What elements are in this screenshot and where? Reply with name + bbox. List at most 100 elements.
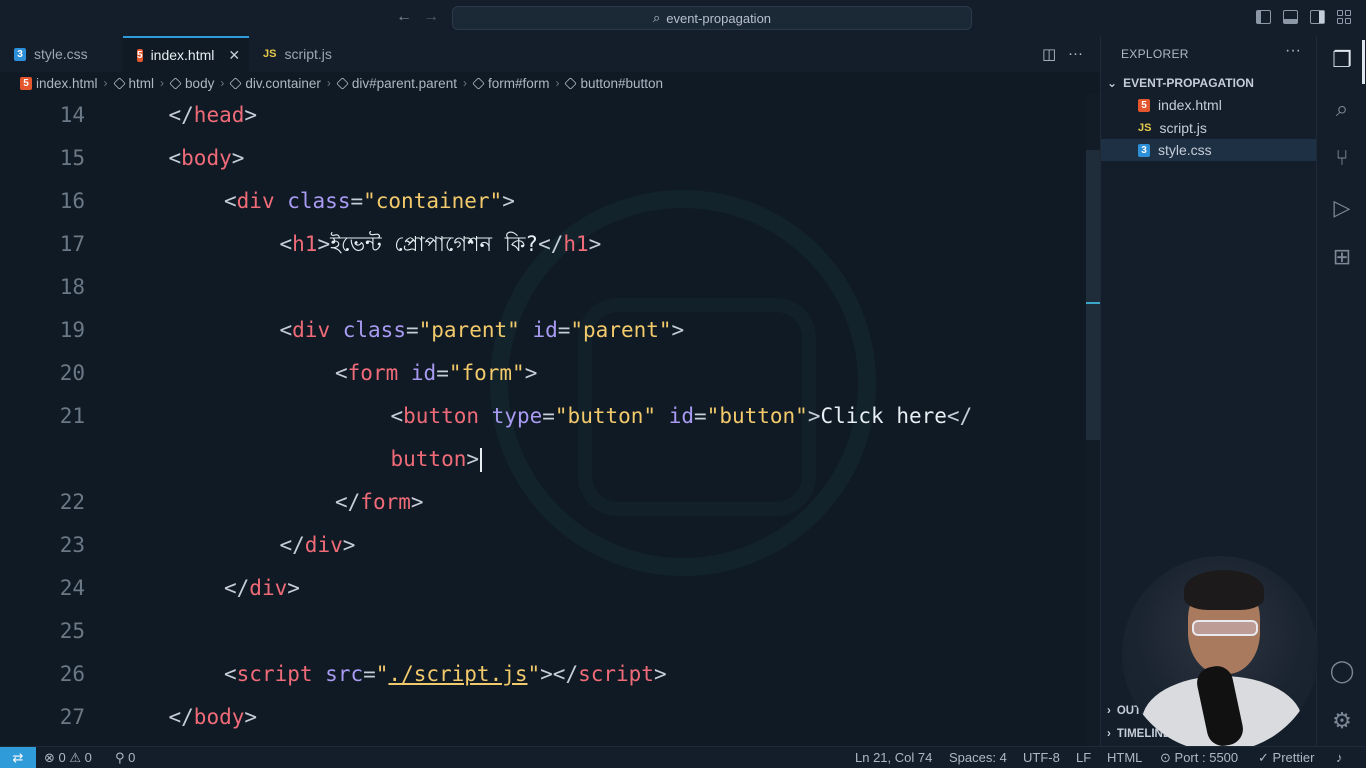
code-editor[interactable]: 14 </head> 15 <body> 16 <div class="container…: [0, 94, 1086, 746]
code-token: =: [557, 318, 571, 342]
code-token: script: [578, 662, 654, 686]
indentation[interactable]: Spaces: 4: [949, 747, 1007, 768]
breadcrumb-item[interactable]: 5 index.html: [20, 76, 98, 91]
code-token: class: [342, 318, 406, 342]
more-actions-icon[interactable]: ···: [1068, 45, 1083, 62]
code-text: </body>: [169, 696, 258, 739]
code-line[interactable]: 15 <body>: [0, 137, 1086, 180]
code-text: </form>: [335, 481, 424, 524]
language-mode[interactable]: HTML: [1107, 747, 1142, 768]
forward-arrow-icon[interactable]: →: [423, 8, 439, 26]
code-token: </: [168, 103, 194, 127]
code-token: ইভেন্ট প্রোপাগেশন কি?: [330, 232, 539, 256]
live-server-port[interactable]: ⊙ Port : 5500: [1160, 747, 1238, 768]
code-line[interactable]: 26 <script src="./script.js"></script>: [0, 653, 1086, 696]
ports-status[interactable]: ⚲ 0: [115, 747, 135, 768]
command-center-search[interactable]: ⌕ event-propagation: [452, 6, 972, 30]
code-token: <: [335, 361, 348, 385]
tab-script-js[interactable]: JS script.js: [249, 36, 371, 72]
code-line[interactable]: 21 <button type="button" id="button">Clic…: [0, 395, 1086, 438]
code-line[interactable]: 20 <form id="form">: [0, 352, 1086, 395]
search-text: event-propagation: [666, 10, 772, 26]
file-item-script-js[interactable]: JS script.js: [1101, 117, 1317, 139]
code-token: h1: [292, 232, 318, 256]
title-bar: ← → ⌕ event-propagation: [0, 0, 1366, 36]
line-number: 15: [59, 146, 85, 170]
folder-header[interactable]: ⌄ EVENT-PROPAGATION: [1101, 73, 1317, 93]
line-number: 24: [59, 576, 85, 600]
code-line[interactable]: 17 <h1>ইভেন্ট প্রোপাগেশন কি?</h1>: [0, 223, 1086, 266]
code-line[interactable]: button>: [0, 438, 1086, 481]
split-editor-icon[interactable]: ◫: [1042, 45, 1056, 63]
breadcrumb-item[interactable]: html: [112, 76, 154, 91]
tab-index-html[interactable]: 5 index.html ✕: [123, 36, 249, 72]
remote-indicator-icon[interactable]: ⇄: [0, 747, 36, 768]
chevron-right-icon: ›: [555, 76, 560, 90]
code-line[interactable]: 18: [0, 266, 1086, 309]
end-of-line[interactable]: LF: [1076, 747, 1091, 768]
line-number: 26: [59, 662, 85, 686]
code-token: form: [360, 490, 411, 514]
breadcrumb-item[interactable]: form#form: [472, 76, 549, 91]
breadcrumb-item[interactable]: button#button: [564, 76, 663, 91]
problems-status[interactable]: ⊗ 0 ⚠ 0: [44, 747, 92, 768]
tab-label: script.js: [284, 46, 332, 62]
code-line[interactable]: 25: [0, 610, 1086, 653]
customize-layout-icon[interactable]: [1337, 10, 1352, 24]
element-icon: [472, 76, 485, 90]
account-icon[interactable]: ◯: [1329, 658, 1355, 684]
line-number: 19: [59, 318, 85, 342]
code-token: >: [410, 490, 424, 514]
explorer-icon[interactable]: ❐: [1329, 47, 1355, 73]
code-token: div: [236, 189, 275, 213]
code-line[interactable]: 22 </form>: [0, 481, 1086, 524]
code-line[interactable]: 27 </body>: [0, 696, 1086, 739]
cursor-position[interactable]: Ln 21, Col 74: [855, 747, 932, 768]
code-token: =: [363, 662, 376, 686]
prettier-status[interactable]: ✓ Prettier: [1258, 747, 1314, 768]
code-token: ></: [540, 662, 579, 686]
code-line[interactable]: 23 </div>: [0, 524, 1086, 567]
toggle-secondary-sidebar-icon[interactable]: [1310, 10, 1325, 24]
chevron-right-icon: ›: [1107, 705, 1111, 717]
code-token: </: [335, 490, 361, 514]
file-item-style-css[interactable]: 3 style.css: [1101, 139, 1317, 161]
more-actions-icon[interactable]: ···: [1285, 42, 1301, 60]
notifications-bell-icon[interactable]: ♪: [1336, 747, 1343, 768]
tab-style-css[interactable]: 3 style.css: [0, 36, 123, 72]
search-icon[interactable]: ⌕: [1329, 96, 1355, 122]
explorer-title: EXPLORER: [1121, 47, 1189, 61]
line-number: 20: [59, 361, 85, 385]
breadcrumb: 5 index.html › html › body › div.containe…: [0, 72, 1100, 94]
code-token: </: [224, 576, 250, 600]
chevron-right-icon: ›: [220, 76, 225, 90]
code-line[interactable]: 24 </div>: [0, 567, 1086, 610]
close-tab-icon[interactable]: ✕: [228, 47, 240, 64]
element-icon: [169, 76, 182, 90]
code-token: >: [671, 318, 685, 342]
extensions-icon[interactable]: ⊞: [1329, 244, 1355, 270]
toggle-primary-sidebar-icon[interactable]: [1256, 10, 1271, 24]
code-line[interactable]: 19 <div class="parent" id="parent">: [0, 309, 1086, 352]
code-line[interactable]: 16 <div class="container">: [0, 180, 1086, 223]
code-token: "container": [363, 189, 503, 213]
source-control-icon[interactable]: ⑂: [1329, 145, 1355, 171]
code-token: >: [342, 533, 356, 557]
breadcrumb-item[interactable]: div#parent.parent: [336, 76, 457, 91]
breadcrumb-item[interactable]: body: [169, 76, 214, 91]
chevron-down-icon: ⌄: [1107, 76, 1118, 90]
toggle-panel-icon[interactable]: [1283, 10, 1298, 24]
scrollbar-thumb[interactable]: [1086, 150, 1100, 440]
settings-gear-icon[interactable]: ⚙: [1329, 708, 1355, 734]
encoding[interactable]: UTF-8: [1023, 747, 1060, 768]
file-item-index-html[interactable]: 5 index.html: [1101, 94, 1317, 116]
code-token: <: [224, 662, 237, 686]
code-text: <form id="form">: [335, 352, 537, 395]
run-debug-icon[interactable]: ▷: [1329, 195, 1355, 221]
breadcrumb-item[interactable]: div.container: [229, 76, 321, 91]
back-arrow-icon[interactable]: ←: [396, 8, 412, 26]
css-file-icon: 3: [1138, 143, 1150, 157]
code-line[interactable]: 14 </head>: [0, 94, 1086, 137]
